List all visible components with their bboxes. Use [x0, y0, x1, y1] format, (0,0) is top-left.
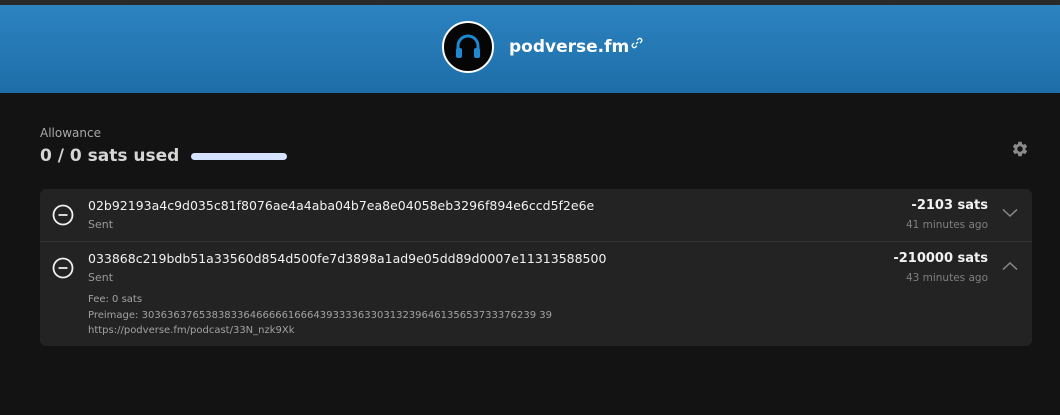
site-identity: podverse.fm	[442, 21, 643, 73]
transaction-details: Fee: 0 sats Preimage: 303636376538383364…	[88, 292, 552, 339]
transaction-time: 41 minutes ago	[905, 219, 988, 231]
transaction-list: 02b92193a4c9d035c81f8076ae4a4aba04b7ea8e…	[40, 189, 1032, 346]
chevron-down-icon[interactable]	[1002, 208, 1018, 218]
link-icon[interactable]	[631, 37, 643, 49]
transaction-amount: -210000 sats	[893, 251, 988, 266]
usage-text: 0 / 0 sats used	[40, 146, 180, 166]
allowance-section: Allowance 0 / 0 sats used	[40, 126, 288, 166]
transaction-fee: Fee: 0 sats	[88, 294, 143, 305]
site-header: podverse.fm	[0, 5, 1060, 93]
allowance-progress-bar	[191, 152, 288, 160]
minus-circle-icon	[52, 257, 74, 279]
headphones-icon	[456, 34, 480, 58]
transaction-status: Sent	[88, 271, 114, 284]
gear-icon[interactable]	[1011, 140, 1029, 158]
transaction-status: Sent	[88, 218, 114, 231]
transaction-time: 43 minutes ago	[905, 272, 988, 284]
site-avatar	[442, 21, 494, 73]
transaction-row[interactable]: 02b92193a4c9d035c81f8076ae4a4aba04b7ea8e…	[40, 189, 1032, 242]
usage-row: 0 / 0 sats used	[40, 146, 288, 166]
transaction-id: 02b92193a4c9d035c81f8076ae4a4aba04b7ea8e…	[88, 198, 595, 213]
transaction-id: 033868c219bdb51a33560d854d500fe7d3898a1a…	[88, 251, 607, 266]
transaction-preimage: Preimage: 303636376538383364666661666439…	[88, 309, 552, 321]
chevron-up-icon[interactable]	[1002, 261, 1018, 271]
transaction-amount: -2103 sats	[911, 198, 988, 213]
allowance-label: Allowance	[40, 126, 101, 140]
site-name[interactable]: podverse.fm	[509, 37, 629, 57]
transaction-row[interactable]: 033868c219bdb51a33560d854d500fe7d3898a1a…	[40, 242, 1032, 346]
transaction-url-link[interactable]: https://podverse.fm/podcast/33N_nzk9Xk	[88, 325, 295, 336]
minus-circle-icon	[52, 204, 74, 226]
